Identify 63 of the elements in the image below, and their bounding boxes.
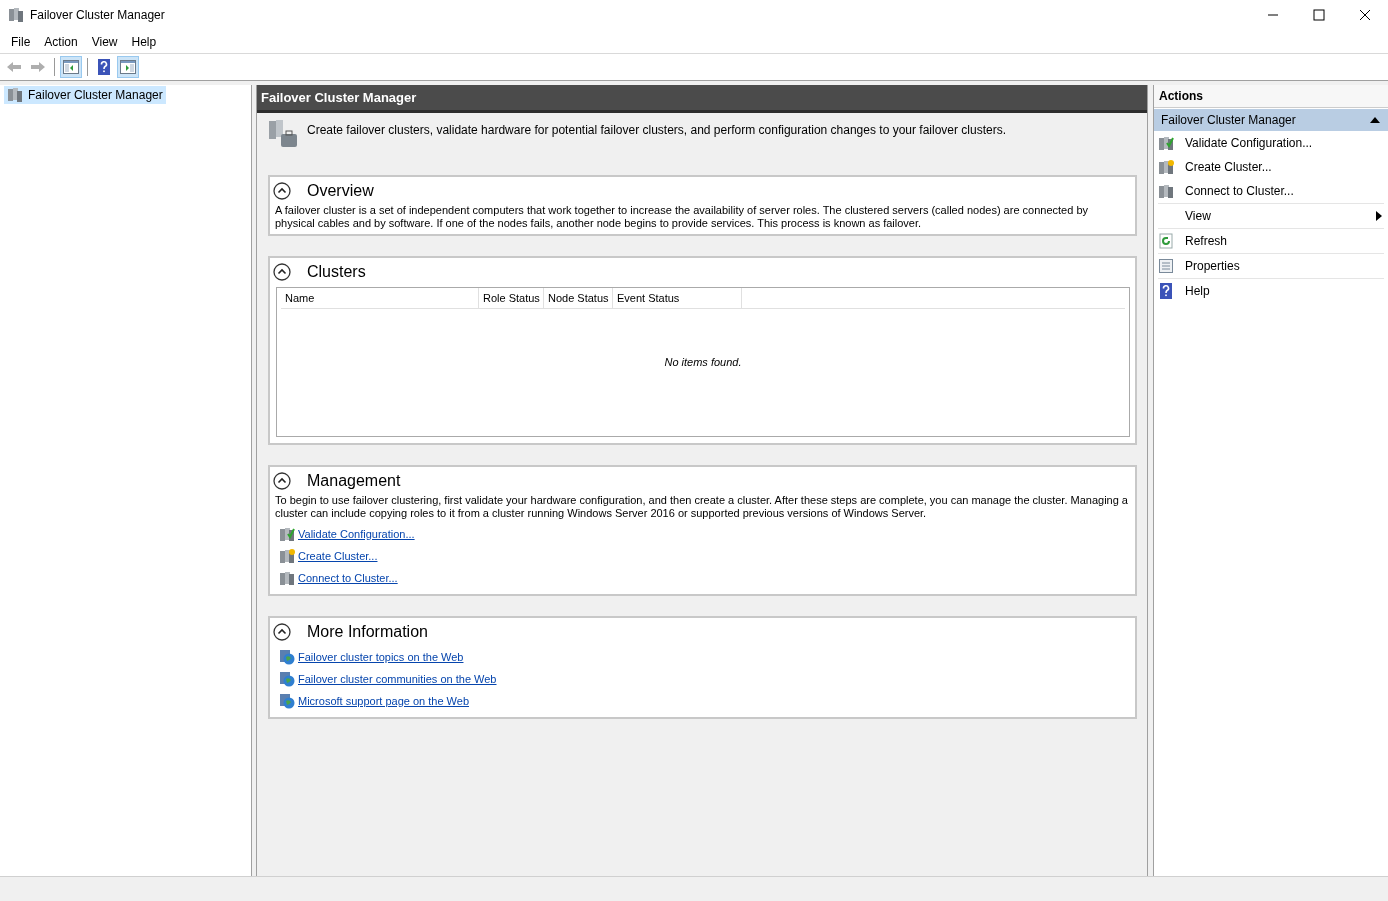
- pane-toggle-button[interactable]: [60, 56, 82, 78]
- back-arrow-icon: [6, 59, 22, 75]
- window-title: Failover Cluster Manager: [30, 8, 165, 22]
- task-link[interactable]: View: [1158, 204, 1384, 229]
- actions-header: Actions: [1154, 85, 1388, 108]
- column-header[interactable]: Name: [281, 288, 479, 308]
- section-title: Overview: [307, 182, 374, 200]
- menu-item[interactable]: Action: [37, 34, 85, 49]
- collapse-toggle-icon[interactable]: [273, 623, 291, 641]
- link[interactable]: Validate Configuration...: [298, 528, 415, 540]
- task-link[interactable]: Help: [1158, 279, 1384, 303]
- task-link[interactable]: Connect to Cluster...: [1158, 179, 1384, 204]
- group-title: Failover Cluster Manager: [1161, 113, 1296, 127]
- globe-document-icon: [279, 693, 295, 709]
- empty-message: No items found.: [664, 356, 742, 370]
- help-icon: [96, 59, 112, 75]
- collapse-triangle-icon: [1370, 117, 1380, 123]
- collapse-toggle-icon[interactable]: [273, 472, 291, 490]
- submenu-arrow-icon: [1376, 211, 1382, 221]
- server-check-icon: [279, 526, 295, 542]
- tree-item-label: Failover Cluster Manager: [28, 88, 163, 102]
- server-icon: [1158, 183, 1174, 199]
- task-link[interactable]: Properties: [1158, 254, 1384, 279]
- section-title: More Information: [307, 623, 428, 641]
- link[interactable]: Failover cluster topics on the Web: [298, 651, 464, 663]
- task-link[interactable]: Refresh: [1158, 229, 1384, 254]
- pane-header: Failover Cluster Manager: [257, 85, 1147, 113]
- refresh-icon: [1158, 233, 1174, 249]
- section-title: Clusters: [307, 263, 366, 281]
- forward-arrow-icon: [30, 59, 46, 75]
- server-star-icon: [1158, 159, 1174, 175]
- menu-item[interactable]: File: [4, 34, 38, 49]
- description-text: Create failover clusters, validate hardware for potential failover clusters, and perform configuration changes to your failover clusters.: [307, 123, 1006, 137]
- server-icon: [279, 570, 295, 586]
- task-link[interactable]: Validate Configuration...: [1158, 131, 1384, 155]
- link[interactable]: Failover cluster communities on the Web: [298, 673, 497, 685]
- server-star-icon: [279, 548, 295, 564]
- link[interactable]: Connect to Cluster...: [298, 572, 398, 584]
- pane-window-icon: [63, 59, 79, 75]
- tree-item[interactable]: Failover Cluster Manager: [4, 86, 166, 104]
- section-text: A failover cluster is a set of independent computers that work together to increase the availability of server roles. The clustered servers (called nodes) are connected by physical cables and by software. If one of the nodes fails, another node begins to provide services. This process is known as failover.: [274, 204, 1089, 230]
- pane-window-icon: [120, 59, 136, 75]
- collapse-toggle-icon[interactable]: [273, 182, 291, 200]
- link[interactable]: Microsoft support page on the Web: [298, 695, 469, 707]
- section-text: To begin to use failover clustering, first validate your hardware configuration, and then create a cluster. After these steps are complete, you can manage the cluster. Managing a cluster can include copying roles to it from a cluster running Windows Server 2016 or supported previous versions of Windows Server.: [274, 494, 1129, 520]
- help-icon: [1158, 283, 1174, 299]
- collapse-toggle-icon[interactable]: [273, 263, 291, 281]
- task-link[interactable]: Create Cluster...: [1158, 155, 1384, 179]
- globe-document-icon: [279, 671, 295, 687]
- globe-document-icon: [279, 649, 295, 665]
- server-cluster-icon: [8, 7, 24, 23]
- column-header[interactable]: Node Status: [544, 288, 613, 308]
- properties-icon: [1158, 258, 1174, 274]
- menu-item[interactable]: View: [84, 34, 125, 49]
- pane-toggle-button[interactable]: [117, 56, 139, 78]
- menu-item[interactable]: Help: [124, 34, 164, 49]
- server-check-icon: [1158, 135, 1174, 151]
- column-header[interactable]: Event Status: [613, 288, 742, 308]
- column-header[interactable]: Role Status: [479, 288, 544, 308]
- link[interactable]: Create Cluster...: [298, 550, 378, 562]
- action-group-header[interactable]: Failover Cluster Manager: [1154, 108, 1388, 131]
- section-title: Management: [307, 472, 401, 490]
- server-cluster-icon: [7, 87, 23, 103]
